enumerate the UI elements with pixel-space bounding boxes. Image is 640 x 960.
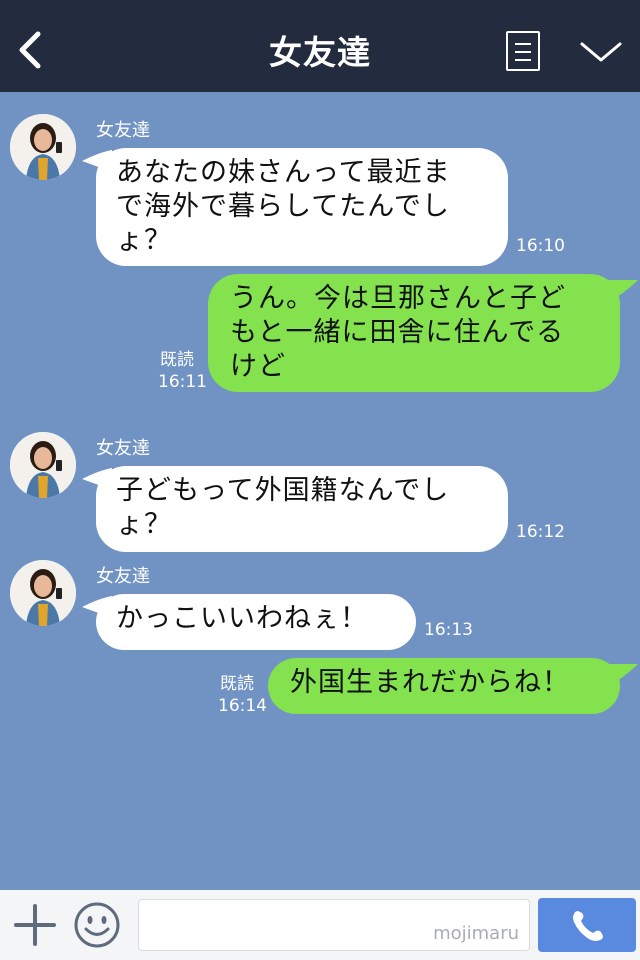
chevron-down-icon[interactable] — [578, 36, 624, 66]
message-line: で海外で暮らしてたんでし — [116, 191, 450, 222]
sender-name: 女友達 — [96, 120, 150, 141]
message-line: ょ？ — [116, 509, 172, 540]
person-icon — [10, 560, 76, 626]
read-status: 既読 — [220, 674, 254, 694]
message-time: 16:11 — [158, 372, 207, 392]
outgoing-message[interactable]: 外国生まれだからね！ — [268, 658, 620, 714]
avatar[interactable] — [10, 560, 76, 626]
message-line: けど — [230, 351, 286, 382]
chat-header: 女友達 — [0, 0, 640, 92]
menu-icon[interactable] — [506, 31, 540, 71]
message-time: 16:12 — [516, 522, 565, 542]
incoming-message[interactable]: 子どもって外国籍なんでし ょ？ — [96, 466, 508, 552]
message-line: かっこいいわねぇ！ — [116, 603, 368, 634]
person-icon — [10, 432, 76, 498]
message-list[interactable]: 女友達 あなたの妹さんって最近ま で海外で暮らしてたんでし ょ？ 16:10 う… — [0, 92, 640, 890]
message-line: うん。今は旦那さんと子ど — [230, 283, 566, 314]
read-status: 既読 — [160, 350, 194, 370]
message-time: 16:13 — [424, 620, 473, 640]
incoming-message[interactable]: あなたの妹さんって最近ま で海外で暮らしてたんでし ょ？ — [96, 148, 508, 266]
message-input[interactable]: mojimaru — [138, 899, 530, 951]
avatar[interactable] — [10, 432, 76, 498]
sender-name: 女友達 — [96, 566, 150, 587]
message-line: もと一緒に田舎に住んでる — [230, 317, 565, 348]
sender-name: 女友達 — [96, 438, 150, 459]
message-line: あなたの妹さんって最近ま — [116, 157, 451, 188]
call-button[interactable] — [538, 898, 636, 952]
message-line: ょ？ — [116, 225, 172, 256]
message-line: 子どもって外国籍なんでし — [116, 475, 450, 506]
message-time: 16:14 — [218, 696, 267, 716]
message-time: 16:10 — [516, 236, 565, 256]
person-icon — [10, 114, 76, 180]
phone-icon — [573, 911, 603, 941]
plus-icon[interactable] — [14, 904, 56, 946]
watermark: mojimaru — [433, 923, 519, 944]
avatar[interactable] — [10, 114, 76, 180]
input-bar: mojimaru — [0, 890, 640, 960]
incoming-message[interactable]: かっこいいわねぇ！ — [96, 594, 416, 650]
smile-icon[interactable] — [74, 902, 120, 948]
outgoing-message[interactable]: うん。今は旦那さんと子ど もと一緒に田舎に住んでる けど — [208, 274, 620, 392]
message-line: 外国生まれだからね！ — [290, 667, 570, 698]
chat-title: 女友達 — [269, 33, 371, 72]
